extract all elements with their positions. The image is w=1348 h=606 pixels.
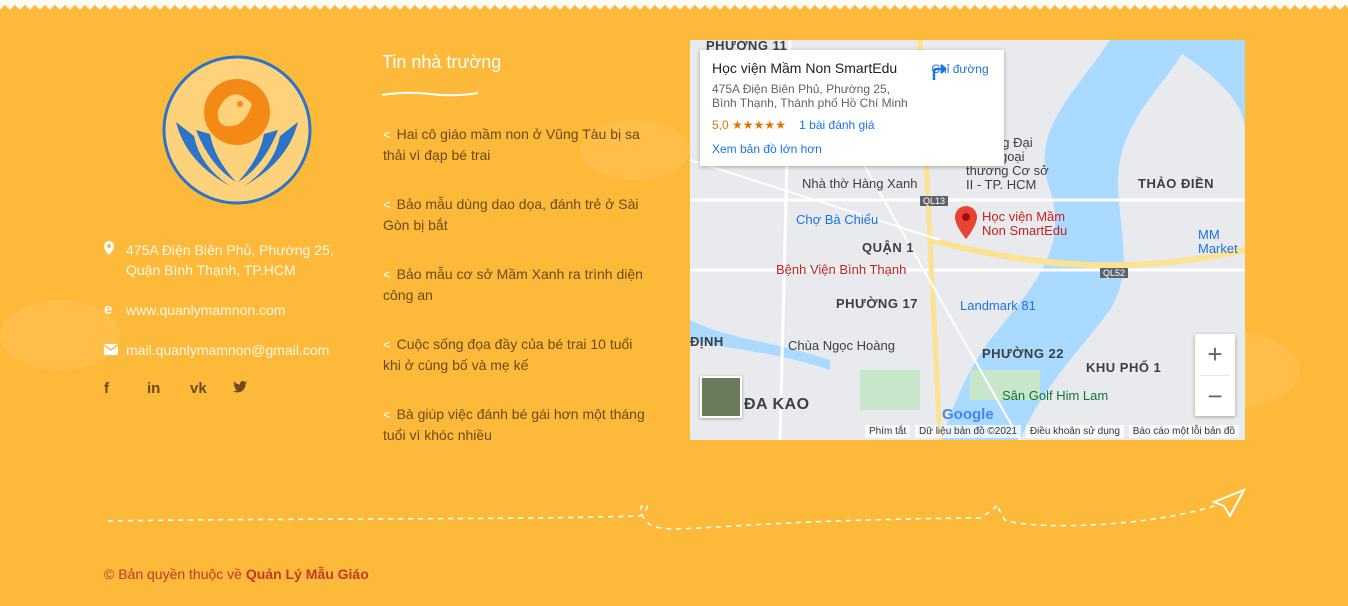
map-label-p17: PHƯỜNG 17: [836, 296, 919, 311]
internet-explorer-icon: e: [104, 301, 113, 318]
contact-website[interactable]: e www.quanlymamnon.com: [104, 300, 286, 320]
twitter-icon[interactable]: [233, 380, 276, 397]
rating-value: 5,0: [712, 118, 729, 132]
map-pin-center: [962, 213, 970, 221]
news-link[interactable]: Bảo mẫu dùng dao dọa, đánh trẻ ở Sài Gòn…: [383, 196, 639, 233]
map-label-hospital: Bệnh Viện Bình Thạnh: [776, 262, 907, 277]
news-section-title: Tin nhà trường: [382, 52, 502, 72]
news-item[interactable]: < Bà giúp việc đánh bé gái hơn một tháng …: [383, 404, 645, 445]
news-link[interactable]: Hai cô giáo mầm non ở Vũng Tàu bị sa thả…: [383, 126, 640, 163]
news-link[interactable]: Bảo mẫu cơ sở Mầm Xanh ra trình diện côn…: [383, 266, 643, 303]
address-text: 475A Điện Biên Phủ, Phường 25, Quận Bình…: [126, 242, 334, 278]
map-label-golf: Sân Golf Him Lam: [1002, 388, 1109, 403]
larger-map-link[interactable]: Xem bản đồ lớn hơn: [712, 142, 992, 156]
directions-button[interactable]: Chỉ đường: [930, 62, 990, 80]
news-link[interactable]: Cuộc sống đọa đầy của bé trai 10 tuổi kh…: [383, 336, 632, 373]
chevron-left-icon: <: [383, 267, 391, 282]
google-map-embed[interactable]: PHƯỜNG 11 Nhà thờ Hàng Xanh Chợ Bà Chiểu…: [690, 40, 1245, 440]
map-label-mm-market: MM Market: [1198, 227, 1238, 256]
copyright-owner-link[interactable]: Quản Lý Mẫu Giáo: [246, 566, 369, 582]
paper-plane-icon: [1211, 488, 1247, 519]
map-label-pin: Học viện Mầm Non SmartEdu: [982, 209, 1068, 238]
contact-email[interactable]: mail.quanlymamnon@gmail.com: [103, 340, 329, 360]
map-label-thaodien: THẢO ĐIỀN: [1138, 176, 1214, 191]
zoom-controls: + −: [1195, 334, 1235, 416]
vk-icon[interactable]: vk: [190, 380, 233, 397]
place-address: 475A Điện Biên Phủ, Phường 25, Bình Thạn…: [712, 82, 908, 110]
news-item[interactable]: < Bảo mẫu cơ sở Mầm Xanh ra trình diện cô…: [383, 264, 645, 305]
keyboard-shortcuts-link[interactable]: Phím tắt: [864, 425, 911, 438]
map-label-market: Chợ Bà Chiểu: [796, 212, 879, 227]
rating-stars: ★★★★★: [732, 118, 786, 132]
linkedin-icon[interactable]: in: [147, 380, 190, 397]
news-item[interactable]: < Bảo mẫu dùng dao dọa, đánh trẻ ở Sài Gò…: [383, 194, 645, 235]
news-item[interactable]: < Hai cô giáo mầm non ở Vũng Tàu bị sa th…: [383, 124, 645, 165]
terms-link[interactable]: Điều khoản sử dụng: [1025, 425, 1124, 438]
paper-plane-path-decoration: [107, 488, 1247, 530]
satellite-toggle-thumbnail[interactable]: [700, 376, 742, 418]
map-label-ql52: QL52: [1100, 268, 1129, 278]
map-label-pagoda: Chùa Ngọc Hoàng: [788, 338, 895, 353]
location-pin-icon: [104, 240, 126, 280]
google-logo: Google: [942, 406, 994, 423]
map-label-landmark: Landmark 81: [960, 298, 1036, 313]
chevron-left-icon: <: [383, 337, 391, 352]
cloud-decoration: [0, 300, 120, 370]
title-underline-decoration: [382, 91, 478, 97]
facebook-icon[interactable]: f: [104, 380, 147, 397]
map-label-ql13: QL13: [920, 196, 949, 206]
chevron-left-icon: <: [383, 407, 391, 422]
news-item[interactable]: < Cuộc sống đọa đầy của bé trai 10 tuổi k…: [383, 334, 645, 375]
email-link[interactable]: mail.quanlymamnon@gmail.com: [126, 340, 329, 360]
chevron-left-icon: <: [383, 127, 391, 142]
top-zigzag-border: [0, 0, 1348, 10]
website-link[interactable]: www.quanlymamnon.com: [126, 300, 286, 320]
news-link[interactable]: Bà giúp việc đánh bé gái hơn một tháng t…: [383, 406, 645, 443]
zoom-out-button[interactable]: −: [1195, 376, 1235, 417]
map-label-p22: PHƯỜNG 22: [982, 346, 1065, 361]
map-data-label: Dữ liệu bản đồ ©2021: [915, 425, 1022, 438]
place-info-card: Học viện Mầm Non SmartEdu 475A Điện Biên…: [700, 50, 1004, 166]
zoom-in-button[interactable]: +: [1195, 334, 1235, 375]
map-label-dakao: ĐA KAO: [744, 396, 810, 413]
report-error-link[interactable]: Báo cáo một lỗi bản đồ: [1128, 425, 1239, 438]
social-links: f in vk: [104, 380, 276, 397]
school-logo: [162, 55, 312, 205]
chevron-left-icon: <: [383, 197, 391, 212]
review-count-link[interactable]: 1 bài đánh giá: [799, 118, 874, 132]
map-attribution: Phím tắt Dữ liệu bản đồ ©2021 Điều khoản…: [690, 424, 1245, 440]
envelope-icon: [103, 340, 126, 360]
place-rating: 5,0 ★★★★★ 1 bài đánh giá: [712, 118, 992, 132]
copyright-text: © Bản quyền thuộc về Quản Lý Mẫu Giáo: [104, 566, 369, 582]
contact-address: 475A Điện Biên Phủ, Phường 25, Quận Bình…: [104, 240, 354, 280]
map-label-dinh: ĐỊNH: [690, 334, 724, 349]
map-label-church: Nhà thờ Hàng Xanh: [802, 176, 918, 191]
map-label-quan1: QUẬN 1: [862, 240, 915, 255]
directions-icon: [932, 64, 947, 80]
copyright-prefix: © Bản quyền thuộc về: [104, 566, 242, 582]
map-label-khupho: KHU PHỐ 1: [1086, 360, 1162, 375]
